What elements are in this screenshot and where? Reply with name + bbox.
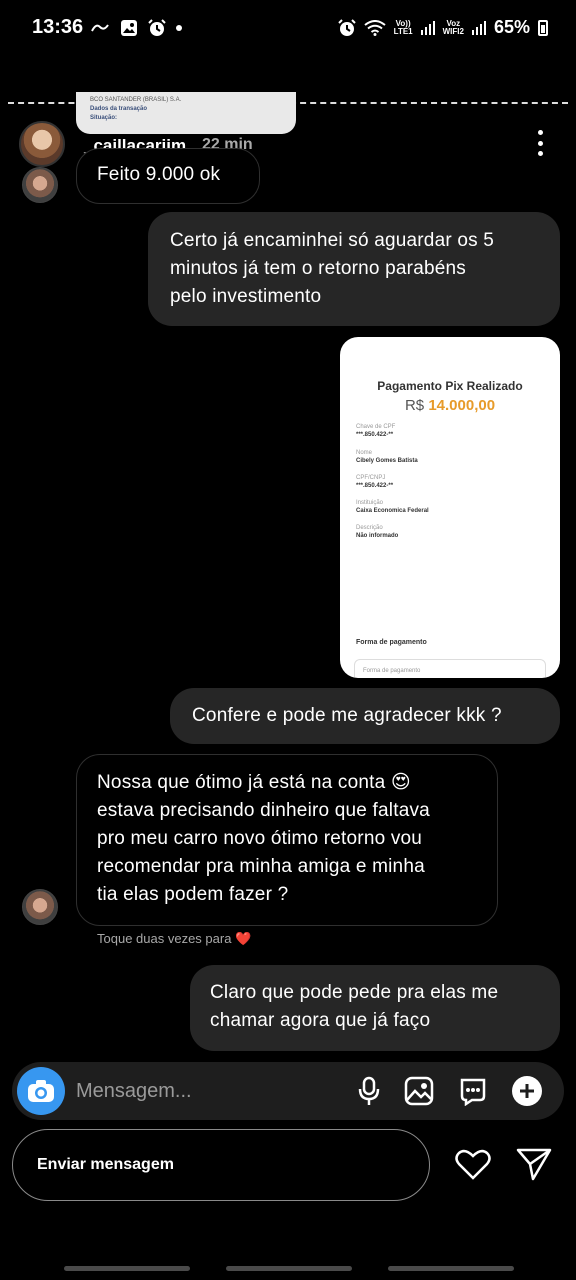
microphone-icon[interactable] [352,1074,386,1108]
receipt-field: Instituição Caixa Economica Federal [356,500,429,514]
battery-icon [538,19,548,36]
receipt-title: Pagamento Pix Realizado [377,379,523,393]
receipt-payment-label: Forma de pagamento [356,639,427,646]
gallery-notification-icon [120,19,138,37]
message-bubble-incoming[interactable]: Feito 9.000 ok [76,148,260,204]
camera-icon [28,1080,54,1102]
receipt-status-label: Situação: [90,115,118,121]
alarm-icon [337,18,356,37]
volte-label-2: Voz WIFI2 [442,18,464,36]
message-input[interactable] [76,1078,336,1104]
gallery-icon[interactable] [402,1074,436,1108]
message-text: pro meu carro novo ótimo retorno vou [97,828,423,849]
food-app-icon [90,21,110,35]
profile-avatar[interactable] [19,121,65,167]
message-text: Certo já encaminhei só aguardar os 5 [170,230,495,251]
battery-percent: 65% [493,17,530,37]
message-bubble-outgoing[interactable]: Claro que pode pede pra elas me chamar a… [190,965,560,1051]
nav-indicator [226,1266,352,1271]
more-vertical-icon[interactable] [536,130,544,156]
send-message-field[interactable]: Enviar mensagem [12,1129,430,1201]
send-icon[interactable] [514,1144,554,1184]
message-text: estava precisando dinheiro que faltava [97,800,430,821]
heart-emoji: ❤️ [235,931,252,946]
signal-icon-1 [420,20,435,35]
receipt-payment-field: Forma de pagamento [354,659,546,678]
status-notification-icons [90,19,182,37]
heart-icon[interactable] [453,1144,493,1184]
message-text: recomendar pra minha amiga e minha [97,856,425,877]
signal-icon-2 [471,20,486,35]
status-time: 13:36 [32,16,84,38]
nav-indicator [64,1266,190,1271]
sender-avatar[interactable] [22,889,58,925]
message-text: minutos já tem o retorno parabéns [170,258,466,279]
message-text: Claro que pode pede pra elas me [210,982,499,1003]
message-bubble-incoming[interactable]: Nossa que ótimo já está na conta 😍 estav… [76,754,498,926]
message-text: tia elas podem fazer ? [97,884,289,905]
sticker-icon[interactable] [456,1074,490,1108]
status-system-icons: Vo)) LTE1 Voz WIFI2 65% [337,17,548,38]
receipt-field: Chave de CPF ***.850.422-** [356,424,396,438]
message-text: Feito 9.000 ok [97,164,221,185]
more-notifications-dot [176,25,182,31]
camera-button[interactable] [17,1067,65,1115]
message-text: Nossa que ótimo já está na conta 😍 [97,772,411,793]
message-text: chamar agora que já faço [210,1010,431,1031]
shared-receipt-image[interactable]: BCO SANTANDER (BRASIL) S.A. Dados da tra… [76,92,296,134]
double-tap-hint: Toque duas vezes para ❤️ [97,931,252,946]
alarm-icon [148,19,166,37]
pix-receipt-image[interactable]: Pagamento Pix Realizado R$ 14.000,00 Cha… [340,337,560,678]
receipt-field: CPF/CNPJ ***.850.422-** [356,475,394,489]
sender-avatar[interactable] [22,167,58,203]
message-text: pelo investimento [170,286,322,307]
nav-indicator [388,1266,514,1271]
message-bubble-outgoing[interactable]: Certo já encaminhei só aguardar os 5 min… [148,212,560,326]
message-composer [12,1062,564,1120]
volte-label-1: Vo)) LTE1 [393,18,413,36]
receipt-field: Descrição Não informado [356,525,399,539]
status-bar: 13:36 Vo)) LTE1 Voz WIFI2 65% [0,0,576,58]
receipt-field: Nome Cibely Gomes Batista [356,450,418,464]
send-message-label: Enviar mensagem [37,1156,174,1173]
message-bubble-outgoing[interactable]: Confere e pode me agradecer kkk ? [170,688,560,744]
wifi-icon [364,19,386,36]
message-text: Confere e pode me agradecer kkk ? [192,705,502,726]
receipt-bank-name: BCO SANTANDER (BRASIL) S.A. [90,97,182,103]
receipt-amount: R$ 14.000,00 [404,397,496,414]
receipt-section-title: Dados da transação [90,106,148,112]
plus-icon[interactable] [510,1074,544,1108]
